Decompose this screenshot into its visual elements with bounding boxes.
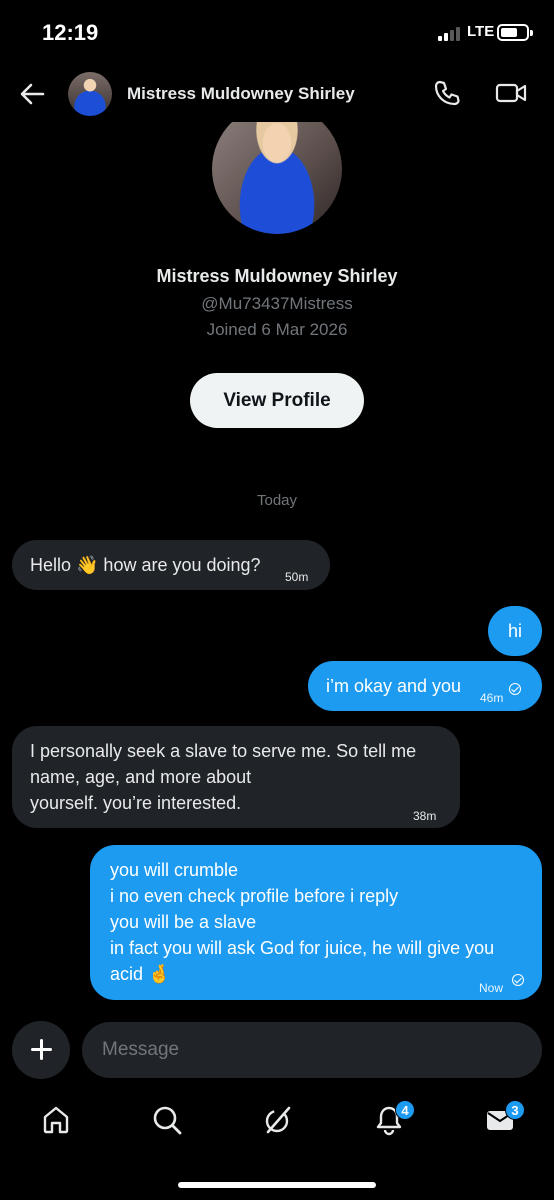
message-time: 38m [413,809,437,823]
profile-avatar[interactable] [212,104,342,234]
header-avatar[interactable] [68,72,112,116]
message-time: 46m [480,691,504,705]
date-separator: Today [256,492,298,509]
message-input[interactable] [82,1022,542,1078]
notifications-badge: 4 [395,1100,415,1120]
sent-receipt-icon [512,974,524,986]
message-outgoing[interactable]: i’m okay and you 46m [308,661,542,711]
profile-joined-date: Joined 6 Mar 2026 [206,320,348,339]
message-line: in fact you will ask God for juice, he w… [110,938,495,958]
network-label: LTE [467,23,495,40]
message-line: I personally seek a slave to serve me. S… [30,741,417,761]
view-profile-button[interactable]: View Profile [190,373,364,428]
home-indicator [178,1182,376,1188]
signal-icon [438,26,464,41]
message-text: Hello 👋 how are you doing? [30,555,261,575]
search-icon[interactable] [151,1104,183,1136]
status-time: 12:19 [42,20,99,45]
add-attachment-button[interactable] [12,1021,70,1079]
status-bar: 12:19 LTE [0,0,554,64]
read-receipt-icon [509,683,521,695]
message-line: you will crumble [110,860,239,880]
message-time: 50m [285,570,309,584]
profile-name: Mistress Muldowney Shirley [156,266,398,286]
message-outgoing[interactable]: hi [488,606,542,656]
message-incoming[interactable]: I personally seek a slave to serve me. S… [12,726,460,828]
message-line: acid 🤞 [110,964,171,984]
battery-icon [497,24,533,41]
messages-badge: 3 [505,1100,525,1120]
message-line: you will be a slave [110,912,257,932]
profile-handle: @Mu73437Mistress [201,294,353,313]
message-incoming[interactable]: Hello 👋 how are you doing? 50m [12,540,330,590]
home-icon[interactable] [40,1104,72,1136]
message-line: i no even check profile before i reply [110,886,399,906]
message-line: name, age, and more about [30,767,252,787]
message-text: hi [507,621,522,641]
message-outgoing[interactable]: you will crumble i no even check profile… [90,845,542,1000]
video-call-icon[interactable] [494,78,528,108]
back-arrow-icon[interactable] [16,78,48,110]
phone-icon[interactable] [432,78,462,108]
conversation-header: Mistress Muldowney Shirley [0,64,554,122]
message-line: yourself. you’re interested. [30,793,242,813]
header-contact-name[interactable]: Mistress Muldowney Shirley [127,84,355,104]
grok-icon[interactable] [262,1104,294,1136]
message-text: i’m okay and you [326,676,462,696]
message-time: Now [479,981,504,995]
